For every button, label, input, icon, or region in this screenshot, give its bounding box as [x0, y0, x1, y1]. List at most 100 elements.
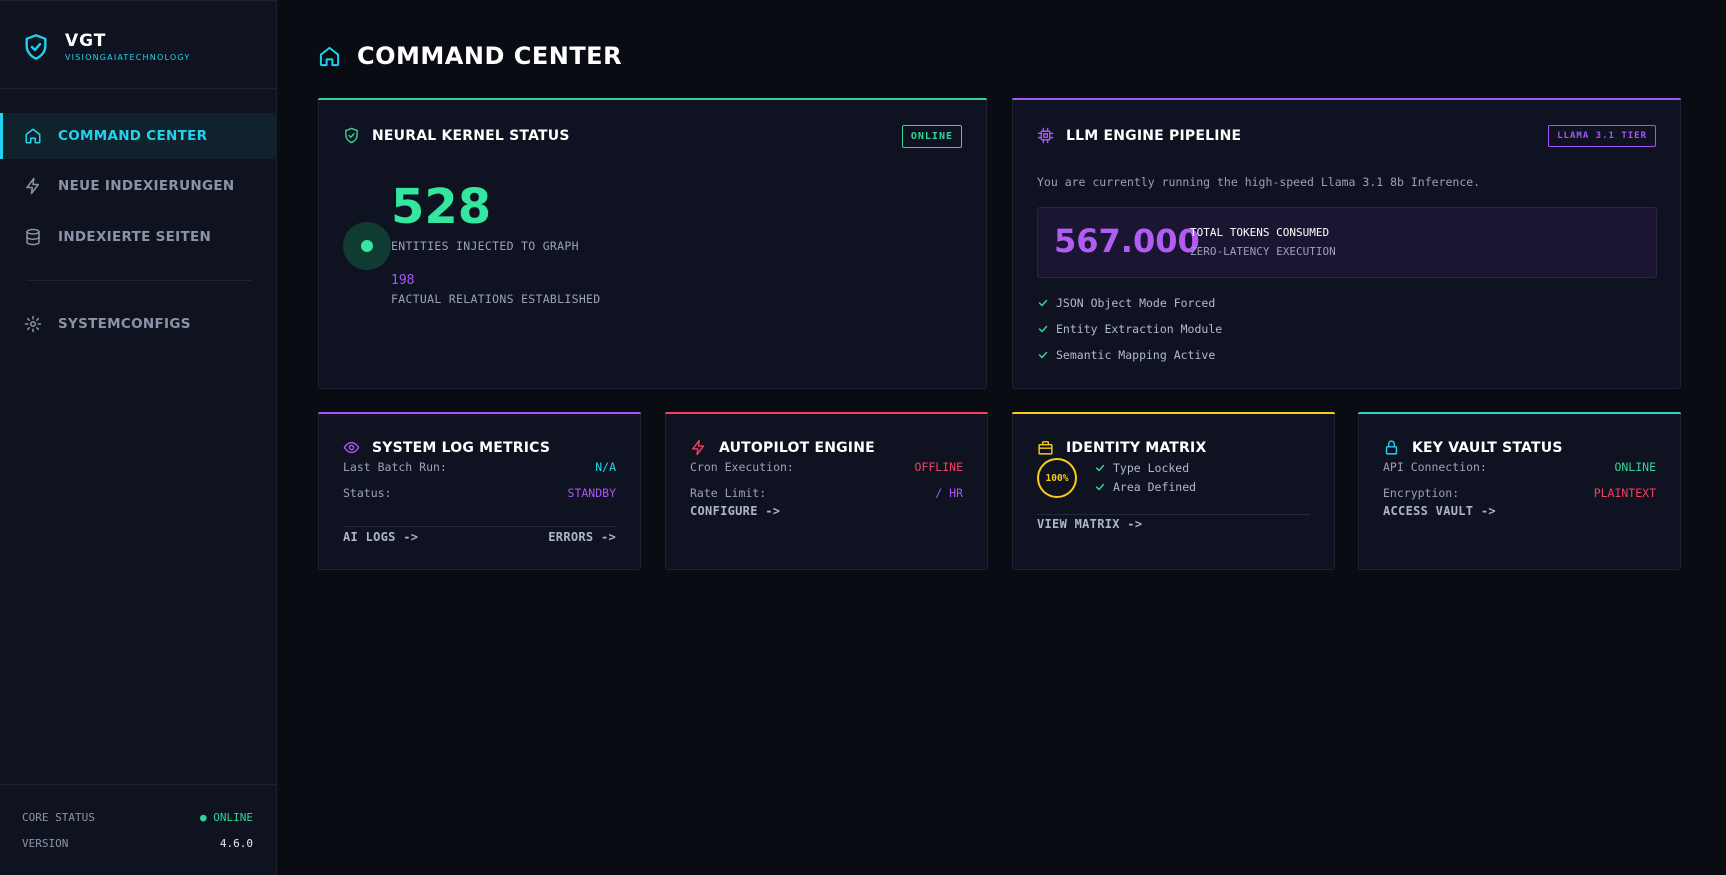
neural-kernel-card: NEURAL KERNEL STATUS ONLINE 528 ENTITIES…: [318, 98, 987, 389]
card-accent: [1012, 412, 1335, 414]
kv-label: Rate Limit:: [690, 486, 767, 500]
brand-subtitle: VISIONGAIATECHNOLOGY: [65, 53, 191, 62]
sidebar: VGT VISIONGAIATECHNOLOGY COMMAND CENTER …: [0, 0, 277, 875]
check-item: Area Defined: [1094, 480, 1196, 494]
check-icon: [1038, 351, 1048, 359]
view-matrix-link[interactable]: VIEW MATRIX ->: [1037, 517, 1142, 531]
tokens-count: 567.000: [1054, 222, 1200, 260]
core-status-row: CORE STATUS ● ONLINE: [22, 811, 253, 824]
page-title: COMMAND CENTER: [318, 40, 622, 72]
kv-value: ONLINE: [1614, 460, 1656, 474]
key-vault-card: KEY VAULT STATUS API Connection: ONLINE …: [1358, 412, 1681, 570]
divider: [1037, 514, 1310, 515]
check-item: Entity Extraction Module: [1037, 322, 1222, 336]
tokens-sub: ZERO-LATENCY EXECUTION: [1190, 245, 1336, 258]
relations-count: 198: [391, 273, 415, 288]
card-title-text: LLM ENGINE PIPELINE: [1066, 127, 1242, 144]
kv-label: Status:: [343, 486, 392, 500]
autopilot-card: AUTOPILOT ENGINE Cron Execution: OFFLINE…: [665, 412, 988, 570]
check-icon: [1095, 464, 1105, 472]
check-icon: [1095, 483, 1105, 491]
card-title: AUTOPILOT ENGINE: [690, 439, 875, 456]
errors-link[interactable]: ERRORS ->: [548, 530, 616, 544]
version-row: VERSION 4.6.0: [22, 837, 253, 850]
access-vault-link[interactable]: ACCESS VAULT ->: [1383, 504, 1496, 518]
check-label: Area Defined: [1113, 480, 1197, 494]
lightning-icon: [26, 177, 39, 195]
card-title-text: SYSTEM LOG METRICS: [372, 439, 551, 456]
rate-limit-row: Rate Limit: / HR: [690, 486, 963, 500]
card-accent: [665, 412, 988, 414]
progress-ring: 100%: [1037, 458, 1077, 498]
nav-item-label: NEUE INDEXIERUNGEN: [58, 178, 235, 194]
card-title: NEURAL KERNEL STATUS: [343, 127, 570, 144]
card-title: LLM ENGINE PIPELINE: [1037, 127, 1241, 144]
card-title-text: KEY VAULT STATUS: [1412, 439, 1563, 456]
card-title-text: IDENTITY MATRIX: [1066, 439, 1207, 456]
brand[interactable]: VGT VISIONGAIATECHNOLOGY: [22, 27, 190, 67]
api-connection-row: API Connection: ONLINE: [1383, 460, 1656, 474]
kv-value: PLAINTEXT: [1593, 486, 1656, 500]
check-label: Entity Extraction Module: [1056, 322, 1223, 336]
tokens-label: TOTAL TOKENS CONSUMED: [1190, 226, 1330, 239]
kv-value: N/A: [595, 460, 616, 474]
brand-name: VGT: [65, 31, 107, 51]
cpu-icon: [1037, 127, 1054, 144]
kv-value: OFFLINE: [914, 460, 963, 474]
pulse-indicator: [343, 222, 391, 270]
lightning-icon: [692, 439, 705, 456]
nav-item-neue-indexierungen[interactable]: NEUE INDEXIERUNGEN: [0, 163, 277, 209]
version-value: 4.6.0: [219, 837, 253, 850]
ai-logs-link[interactable]: AI LOGS ->: [343, 530, 418, 544]
divider: [0, 88, 277, 89]
card-accent: [1012, 98, 1681, 100]
kv-label: API Connection:: [1383, 460, 1487, 474]
check-icon: [1038, 325, 1048, 333]
check-label: JSON Object Mode Forced: [1056, 296, 1216, 310]
nav-item-command-center[interactable]: COMMAND CENTER: [0, 113, 277, 159]
sidebar-footer: CORE STATUS ● ONLINE VERSION 4.6.0: [0, 784, 277, 875]
llm-description: You are currently running the high-speed…: [1037, 175, 1481, 189]
card-title-text: AUTOPILOT ENGINE: [719, 439, 875, 456]
entities-count: 528: [391, 179, 492, 235]
home-icon: [319, 46, 340, 66]
card-accent: [318, 98, 987, 100]
status-badge: ONLINE: [901, 125, 962, 148]
nav-item-systemconfigs[interactable]: SYSTEMCONFIGS: [0, 301, 277, 347]
card-title: IDENTITY MATRIX: [1037, 439, 1206, 456]
check-label: Type Locked: [1113, 461, 1190, 475]
card-title-text: NEURAL KERNEL STATUS: [372, 127, 570, 144]
nav-item-indexierte-seiten[interactable]: INDEXIERTE SEITEN: [0, 214, 277, 260]
card-title: SYSTEM LOG METRICS: [343, 439, 550, 456]
lock-icon: [1385, 440, 1398, 455]
status-row: Status: STANDBY: [343, 486, 616, 500]
configure-link[interactable]: CONFIGURE ->: [690, 504, 780, 518]
kv-label: Last Batch Run:: [343, 460, 447, 474]
entities-label: ENTITIES INJECTED TO GRAPH: [391, 239, 579, 253]
page-title-text: COMMAND CENTER: [357, 42, 623, 70]
eye-icon: [343, 441, 360, 454]
tier-badge: LLAMA 3.1 TIER: [1548, 125, 1656, 147]
briefcase-icon: [1038, 441, 1053, 455]
tokens-panel: 567.000 TOTAL TOKENS CONSUMED ZERO-LATEN…: [1037, 207, 1657, 278]
shield-check-icon: [25, 34, 47, 60]
card-accent: [318, 412, 641, 414]
check-item: Semantic Mapping Active: [1037, 348, 1215, 362]
kv-value: STANDBY: [567, 486, 616, 500]
gear-icon: [24, 315, 42, 333]
nav-item-label: COMMAND CENTER: [58, 128, 208, 144]
check-item: Type Locked: [1094, 461, 1189, 475]
check-label: Semantic Mapping Active: [1056, 348, 1216, 362]
relations-label: FACTUAL RELATIONS ESTABLISHED: [391, 292, 601, 306]
core-status-label: CORE STATUS: [22, 811, 95, 824]
shield-check-icon: [345, 127, 358, 144]
core-status-value: ● ONLINE: [200, 811, 253, 824]
card-title: KEY VAULT STATUS: [1383, 439, 1563, 456]
progress-percent: 100%: [1045, 472, 1069, 484]
check-item: JSON Object Mode Forced: [1037, 296, 1215, 310]
kv-label: Encryption:: [1383, 486, 1460, 500]
identity-matrix-card: IDENTITY MATRIX 100% Type Locked Area De…: [1012, 412, 1335, 570]
database-icon: [26, 228, 40, 246]
card-accent: [1358, 412, 1681, 414]
divider: [26, 280, 252, 281]
